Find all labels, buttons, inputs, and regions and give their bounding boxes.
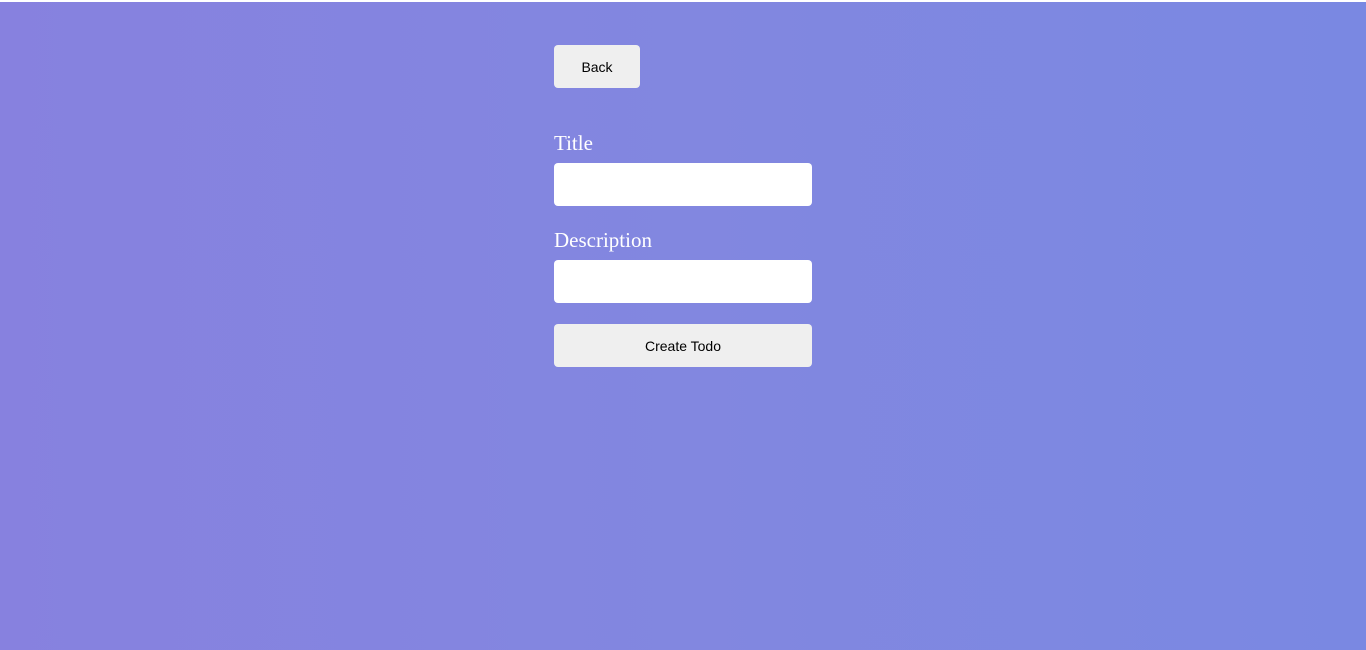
- top-border-line: [0, 0, 1366, 2]
- create-todo-form: Back Title Description Create Todo: [554, 45, 812, 367]
- title-input[interactable]: [554, 163, 812, 206]
- back-button[interactable]: Back: [554, 45, 640, 88]
- description-input[interactable]: [554, 260, 812, 303]
- title-label: Title: [554, 131, 593, 155]
- description-label: Description: [554, 228, 652, 252]
- create-todo-button[interactable]: Create Todo: [554, 324, 812, 367]
